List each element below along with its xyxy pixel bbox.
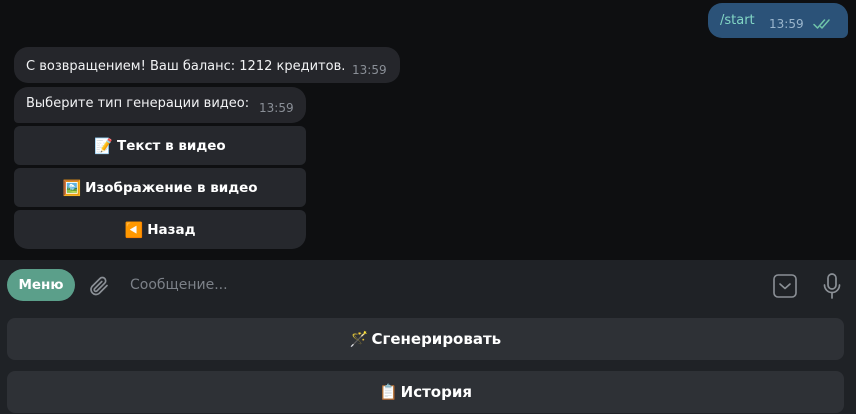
button-label: Изображение в видео bbox=[85, 179, 258, 196]
message-time: 13:59 bbox=[352, 63, 387, 77]
history-button[interactable]: 📋 История bbox=[7, 371, 844, 413]
generate-button[interactable]: 🪄 Сгенерировать bbox=[7, 318, 844, 360]
menu-button[interactable]: Меню bbox=[7, 269, 75, 301]
keyboard-toggle-icon[interactable] bbox=[772, 273, 798, 299]
double-check-icon bbox=[813, 18, 833, 34]
message-time: 13:59 bbox=[769, 17, 804, 31]
outgoing-message: /start 13:59 bbox=[708, 3, 848, 38]
message-text: С возвращением! Ваш баланс: 1212 кредито… bbox=[26, 59, 346, 74]
framed-picture-icon: 🖼️ bbox=[62, 178, 82, 197]
clipboard-icon: 📋 bbox=[378, 383, 398, 401]
back-arrow-icon: ◀️ bbox=[124, 220, 144, 239]
image-to-video-button[interactable]: 🖼️ Изображение в видео bbox=[14, 168, 306, 207]
text-to-video-button[interactable]: 📝 Текст в видео bbox=[14, 126, 306, 165]
magic-wand-icon: 🪄 bbox=[349, 330, 369, 348]
paperclip-icon[interactable] bbox=[87, 274, 111, 298]
incoming-message: С возвращением! Ваш баланс: 1212 кредито… bbox=[14, 47, 400, 83]
chat-area: /start 13:59 С возвращением! Ваш баланс:… bbox=[0, 0, 856, 260]
memo-icon: 📝 bbox=[94, 136, 114, 155]
message-input[interactable] bbox=[128, 273, 752, 297]
button-label: История bbox=[400, 383, 472, 401]
message-text: Выберите тип генерации видео: bbox=[26, 96, 250, 111]
back-button[interactable]: ◀️ Назад bbox=[14, 210, 306, 249]
button-label: Текст в видео bbox=[117, 137, 226, 154]
message-text: /start bbox=[720, 13, 755, 28]
incoming-message: Выберите тип генерации видео: 13:59 bbox=[14, 87, 306, 123]
microphone-icon[interactable] bbox=[822, 272, 842, 300]
button-label: Сгенерировать bbox=[371, 330, 502, 348]
message-time: 13:59 bbox=[259, 101, 294, 115]
button-label: Назад bbox=[147, 221, 196, 238]
